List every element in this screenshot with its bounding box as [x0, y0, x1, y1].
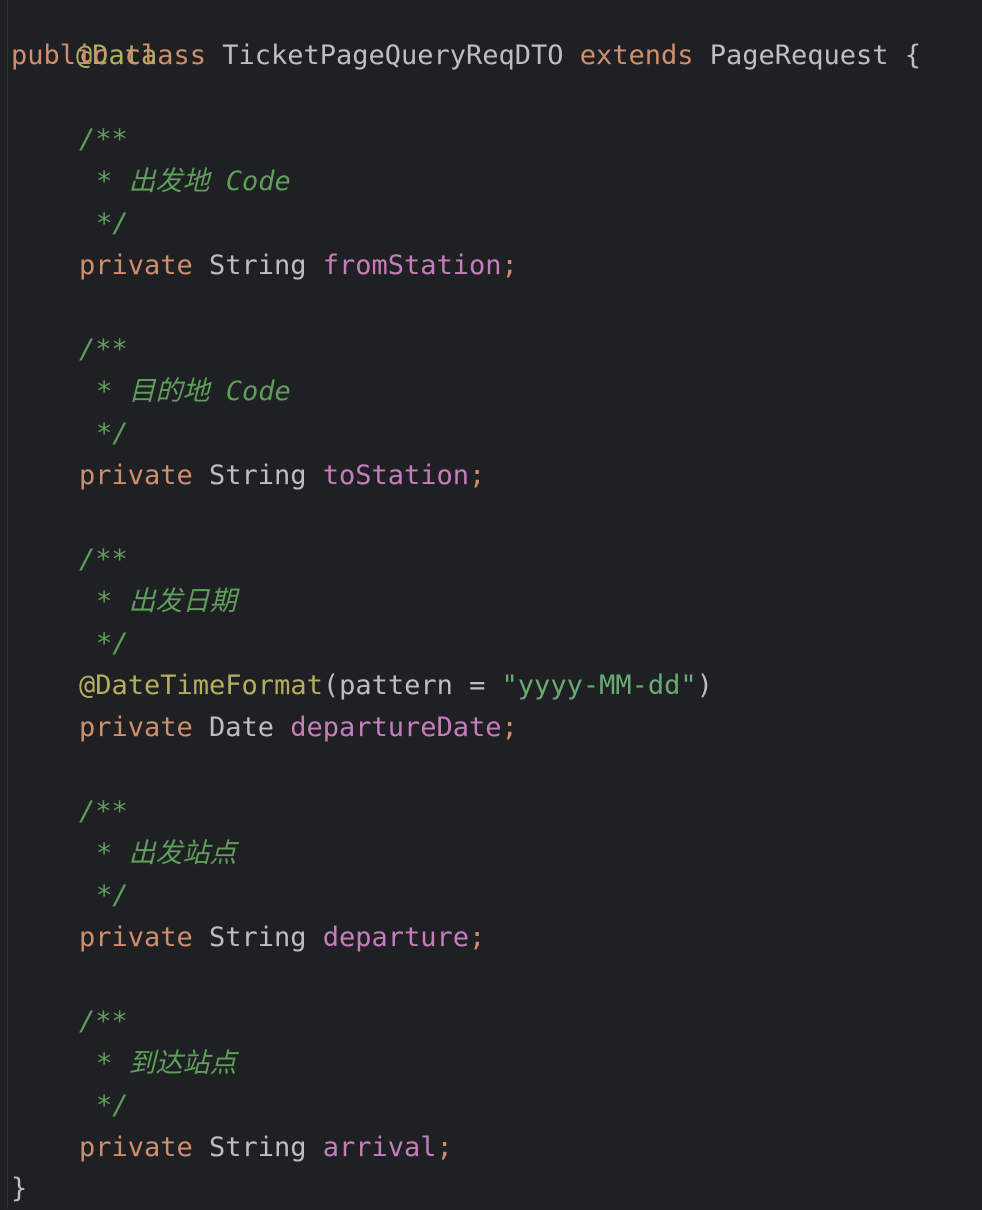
code-line: @Data	[11, 0, 157, 71]
field-name: fromStation	[322, 250, 502, 281]
field-type: String	[208, 922, 307, 953]
field-comment: 到达站点	[128, 1048, 237, 1079]
doc-comment-open: /**	[79, 544, 128, 575]
doc-comment-text: * 到达站点	[96, 1048, 237, 1079]
keyword: public	[11, 40, 109, 71]
doc-comment-text: * 目的地 Code	[96, 376, 291, 407]
field-declaration: private String fromStation;	[79, 245, 518, 287]
doc-comment-open: /**	[79, 1006, 128, 1037]
code-line: }	[11, 1168, 27, 1210]
brace-close: }	[11, 1173, 28, 1204]
paren-close: )	[696, 670, 713, 701]
semicolon: ;	[469, 922, 486, 953]
parent-class: PageRequest	[709, 40, 889, 71]
doc-comment-text: * 出发日期	[96, 586, 237, 617]
doc-comment-close: */	[96, 628, 129, 659]
class-name: TicketPageQueryReqDTO	[222, 40, 564, 71]
field-declaration: private Date departureDate;	[79, 707, 518, 749]
semicolon: ;	[436, 1132, 453, 1163]
modifier: private	[79, 922, 193, 953]
field-type: String	[208, 1132, 307, 1163]
code-line: public class TicketPageQueryReqDTO extends P…	[11, 35, 921, 77]
keyword: class	[124, 40, 207, 71]
field-comment: 目的地 Code	[128, 376, 291, 407]
modifier: private	[79, 712, 193, 743]
field-type: String	[208, 250, 307, 281]
brace-open: {	[904, 40, 922, 71]
keyword: extends	[579, 40, 694, 71]
doc-comment-text: * 出发地 Code	[96, 166, 291, 197]
doc-comment-text: * 出发站点	[96, 838, 237, 869]
field-name: departure	[322, 922, 470, 953]
annotation-name: @DateTimeFormat	[79, 670, 323, 701]
field-comment: 出发日期	[128, 586, 237, 617]
field-declaration: private String departure;	[79, 917, 485, 959]
field-name: departureDate	[290, 712, 502, 743]
field-comment: 出发地 Code	[128, 166, 291, 197]
doc-comment-open: /**	[79, 124, 128, 155]
field-type: String	[208, 460, 307, 491]
field-name: toStation	[322, 460, 470, 491]
indent-guide	[7, 0, 8, 1209]
doc-comment-close: */	[96, 1090, 129, 1121]
equals-sign: =	[469, 670, 486, 701]
doc-comment-close: */	[96, 880, 129, 911]
field-declaration: private String arrival;	[79, 1127, 453, 1169]
field-annotation: @DateTimeFormat(pattern = "yyyy-MM-dd")	[79, 665, 713, 707]
semicolon: ;	[501, 250, 518, 281]
field-name: arrival	[322, 1132, 437, 1163]
field-comment: 出发站点	[128, 838, 237, 869]
doc-comment-open: /**	[79, 334, 128, 365]
doc-comment-close: */	[96, 418, 129, 449]
field-type: Date	[208, 712, 275, 743]
modifier: private	[79, 1132, 193, 1163]
doc-comment-close: */	[96, 208, 129, 239]
paren-open: (	[322, 670, 340, 701]
semicolon: ;	[501, 712, 518, 743]
semicolon: ;	[469, 460, 486, 491]
code-editor[interactable]: @Data public class TicketPageQueryReqDTO ex…	[0, 0, 982, 1209]
modifier: private	[79, 250, 193, 281]
field-declaration: private String toStation;	[79, 455, 485, 497]
annotation-param: pattern	[339, 670, 453, 701]
modifier: private	[79, 460, 193, 491]
annotation-value: "yyyy-MM-dd"	[501, 670, 697, 701]
doc-comment-open: /**	[79, 796, 128, 827]
